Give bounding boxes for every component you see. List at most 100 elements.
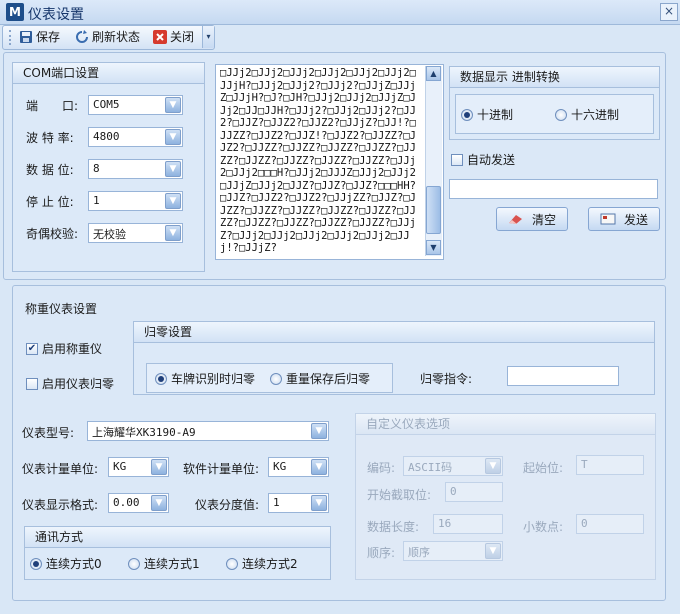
zero-command-input[interactable] [507,366,619,386]
receive-log-text: □JJj2□JJj2□JJj2□JJj2□JJj2□JJj2□JJjH?□JJj… [220,67,416,254]
enable-scale-label: 启用称重仪 [42,342,103,356]
databits-label: 数 据 位: [26,163,74,177]
comm-mode2-radio[interactable]: 连续方式2 [226,555,298,572]
window-close-icon[interactable]: × [660,3,678,21]
send-label: 发送 [623,212,648,227]
baud-select[interactable]: 4800 ▼ [88,127,183,147]
display-format-select[interactable]: 0.00 ▼ [108,493,169,513]
encoding-label: 编码: [367,461,396,475]
chevron-down-icon[interactable]: ▼ [165,161,181,177]
chevron-down-icon: ▼ [485,543,501,559]
decimal-point-input: 0 [576,514,644,534]
start-bit-label: 起始位: [523,461,564,475]
radio-unselected-icon [270,372,282,385]
scroll-up-icon[interactable]: ▲ [426,66,441,81]
send-input[interactable] [449,179,658,199]
start-pos-label: 开始截取位: [367,488,432,502]
software-unit-value: KG [273,460,287,473]
refresh-icon [76,30,88,43]
zero-on-plate-radio[interactable]: 车牌识别时归零 [155,370,255,387]
chevron-down-icon[interactable]: ▼ [151,459,167,475]
data-length-input: 16 [433,514,503,534]
software-unit-select[interactable]: KG ▼ [268,457,329,477]
save-button[interactable]: 保存 [19,28,60,46]
window-title: 仪表设置 [28,7,84,23]
scroll-thumb[interactable] [426,186,441,234]
eraser-icon [508,215,522,224]
enable-scale-checkbox[interactable]: ✔ 启用称重仪 [26,340,102,357]
decimal-radio[interactable]: 十进制 [461,106,513,123]
chevron-down-icon[interactable]: ▼ [165,129,181,145]
stopbits-select[interactable]: 1 ▼ [88,191,183,211]
hex-label: 十六进制 [571,108,620,122]
radio-selected-icon [155,372,167,385]
model-value: 上海耀华XK3190-A9 [92,426,196,439]
enable-zero-label: 启用仪表归零 [42,377,115,391]
parity-label: 奇偶校验: [26,227,79,241]
chevron-down-icon[interactable]: ▼ [165,193,181,209]
model-select[interactable]: 上海耀华XK3190-A9 ▼ [87,421,329,441]
clear-button[interactable]: 清空 [496,207,568,231]
encoding-select: ASCII码 ▼ [403,456,503,476]
checkbox-unchecked-icon [451,153,463,166]
databits-select[interactable]: 8 ▼ [88,159,183,179]
auto-send-checkbox[interactable]: 自动发送 [451,151,515,168]
start-pos-input: 0 [445,482,503,502]
division-value: 1 [273,496,280,509]
comm-mode0-label: 连续方式0 [46,557,102,571]
title-bar: M 仪表设置 × [0,0,680,25]
radio-unselected-icon [128,557,140,570]
comm-mode1-label: 连续方式1 [144,557,200,571]
chevron-down-icon[interactable]: ▼ [165,97,181,113]
meter-unit-label: 仪表计量单位: [22,462,99,476]
app-logo-icon: M [6,3,24,21]
order-label: 顺序: [367,546,396,560]
enable-zero-checkbox[interactable]: 启用仪表归零 [26,375,114,392]
hex-radio[interactable]: 十六进制 [555,106,619,123]
close-icon [153,30,167,44]
chevron-down-icon[interactable]: ▼ [151,495,167,511]
com-settings-title: COM端口设置 [13,63,204,84]
scroll-down-icon[interactable]: ▼ [426,240,441,255]
port-value: COM5 [93,98,120,111]
start-bit-input: T [576,455,644,475]
chevron-down-icon[interactable]: ▼ [311,495,327,511]
toolbar-overflow-icon[interactable]: ▾ [202,26,214,48]
zero-after-save-label: 重量保存后归零 [286,372,371,386]
refresh-status-button[interactable]: 刷新状态 [75,28,140,46]
order-value: 顺序 [408,546,430,559]
comm-mode-title: 通讯方式 [25,527,330,548]
save-label: 保存 [36,30,61,44]
division-label: 仪表分度值: [195,498,260,512]
receive-log[interactable]: □JJj2□JJj2□JJj2□JJj2□JJj2□JJj2□JJjH?□JJj… [215,64,444,260]
data-length-label: 数据长度: [367,520,420,534]
decimal-point-label: 小数点: [523,520,564,534]
meter-unit-select[interactable]: KG ▼ [108,457,169,477]
port-select[interactable]: COM5 ▼ [88,95,183,115]
close-button[interactable]: 关闭 [153,28,194,46]
chevron-down-icon[interactable]: ▼ [311,423,327,439]
division-select[interactable]: 1 ▼ [268,493,329,513]
chevron-down-icon[interactable]: ▼ [311,459,327,475]
stopbits-label: 停 止 位: [26,195,74,209]
stopbits-value: 1 [93,194,100,207]
chevron-down-icon[interactable]: ▼ [165,225,181,241]
zero-after-save-radio[interactable]: 重量保存后归零 [270,370,370,387]
receive-log-scrollbar[interactable]: ▲ ▼ [425,66,442,256]
floppy-disk-icon [20,31,32,43]
clear-label: 清空 [531,212,556,227]
radio-unselected-icon [226,557,238,570]
parity-select[interactable]: 无校验 ▼ [88,223,183,243]
databits-value: 8 [93,162,100,175]
refresh-status-label: 刷新状态 [92,30,141,44]
send-button[interactable]: 发送 [588,207,660,231]
scale-settings-title: 称重仪表设置 [25,302,98,316]
comm-mode0-radio[interactable]: 连续方式0 [30,555,102,572]
parity-value: 无校验 [93,228,126,241]
order-select: 顺序 ▼ [403,541,503,561]
port-label: 端 口: [26,99,79,113]
comm-mode1-radio[interactable]: 连续方式1 [128,555,200,572]
zero-settings-title: 归零设置 [134,322,654,343]
toolbar-grip[interactable] [9,30,14,45]
comm-mode2-label: 连续方式2 [242,557,298,571]
